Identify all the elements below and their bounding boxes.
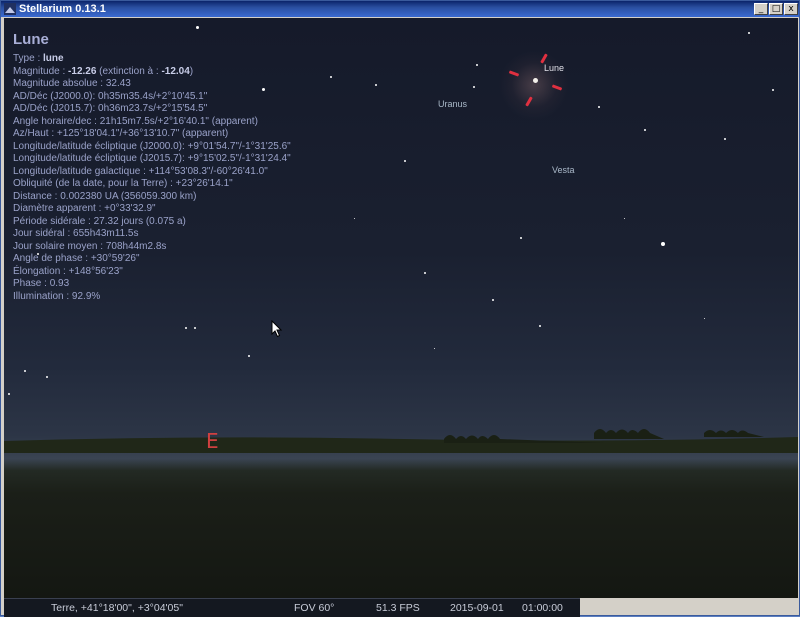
star[interactable]: [375, 84, 377, 86]
star[interactable]: [194, 327, 196, 329]
info-line: Période sidérale : 27.32 jours (0.075 a): [13, 215, 186, 227]
star[interactable]: [424, 272, 426, 274]
star[interactable]: [724, 138, 726, 140]
info-line: Diamètre apparent : +0°33'32.9": [13, 203, 156, 214]
maximize-button[interactable]: □: [769, 3, 783, 15]
star[interactable]: [24, 370, 26, 372]
info-line: Longitude/latitude écliptique (J2000.0):…: [13, 140, 291, 152]
info-line: Jour solaire moyen : 708h44m2.8s: [13, 240, 167, 252]
info-line: Longitude/latitude écliptique (J2015.7):…: [13, 153, 291, 164]
cardinal-east: E: [206, 429, 219, 453]
star[interactable]: [704, 318, 705, 319]
star[interactable]: [185, 327, 187, 329]
star[interactable]: [624, 218, 625, 219]
info-line: Longitude/latitude galactique : +114°53'…: [13, 165, 268, 177]
star[interactable]: [476, 64, 478, 66]
star[interactable]: [539, 325, 541, 327]
horizon-landscape: [4, 429, 798, 453]
star[interactable]: [404, 160, 406, 162]
object-info-panel: Lune Type : lune Magnitude : -12.26 (ext…: [13, 30, 291, 303]
star[interactable]: [196, 26, 199, 29]
status-bar: Terre, +41°18'00", +3°04'05" FOV 60° 51.…: [4, 598, 580, 617]
mouse-cursor-icon: [271, 320, 283, 338]
info-line: Illumination : 92.9%: [13, 290, 101, 302]
info-line: Magnitude absolue : 32.43: [13, 78, 131, 89]
star[interactable]: [748, 32, 750, 34]
location-readout[interactable]: Terre, +41°18'00", +3°04'05": [51, 602, 183, 614]
moon[interactable]: [533, 78, 538, 83]
star[interactable]: [661, 242, 665, 246]
info-line: AD/Déc (J2000.0): 0h35m35.4s/+2°10'45.1": [13, 90, 208, 102]
info-line: AD/Déc (J2015.7): 0h36m23.7s/+2°15'54.5": [13, 103, 208, 114]
moon-label: Lune: [544, 63, 565, 73]
minimize-button[interactable]: _: [754, 3, 768, 15]
fps-readout: 51.3 FPS: [376, 602, 420, 614]
window-title: Stellarium 0.13.1: [19, 3, 106, 15]
star[interactable]: [354, 218, 355, 219]
close-button[interactable]: x: [784, 3, 798, 15]
info-line: Distance : 0.002380 UA (356059.300 km): [13, 190, 197, 202]
star[interactable]: [46, 376, 48, 378]
uranus-label: Uranus: [438, 99, 468, 109]
star[interactable]: [520, 237, 522, 239]
object-name: Lune: [13, 31, 49, 48]
fov-readout: FOV 60°: [294, 602, 335, 614]
info-line: Phase : 0.93: [13, 278, 70, 289]
info-line: Élongation : +148°56'23": [13, 265, 123, 277]
sky-view[interactable]: Lune Uranus Vesta E Lune Type : lune Mag…: [4, 18, 798, 598]
star[interactable]: [772, 89, 774, 91]
time-readout[interactable]: 01:00:00: [522, 602, 563, 614]
stellarium-window: Stellarium 0.13.1 _ □ x Lune Uranus Vest…: [0, 0, 800, 617]
app-icon: [4, 3, 16, 15]
info-type: Type : lune: [13, 53, 64, 64]
info-line: Jour sidéral : 655h43m11.5s: [13, 228, 139, 239]
title-bar[interactable]: Stellarium 0.13.1 _ □ x: [1, 1, 799, 17]
star[interactable]: [492, 299, 494, 301]
star[interactable]: [644, 129, 646, 131]
star[interactable]: [473, 86, 475, 88]
info-line: Az/Haut : +125°18'04.1"/+36°13'10.7" (ap…: [13, 128, 229, 139]
info-line: Obliquité (de la date, pour la Terre) : …: [13, 178, 233, 189]
star[interactable]: [434, 348, 435, 349]
date-readout[interactable]: 2015-09-01: [450, 602, 504, 614]
star[interactable]: [8, 393, 10, 395]
moon-glow: [499, 50, 569, 120]
info-line: Angle de phase : +30°59'26": [13, 253, 140, 264]
star[interactable]: [330, 76, 332, 78]
info-line: Angle horaire/dec : 21h15m7.5s/+2°16'40.…: [13, 115, 258, 127]
vesta-label: Vesta: [552, 165, 575, 175]
star[interactable]: [598, 106, 600, 108]
star[interactable]: [248, 355, 250, 357]
info-magnitude: Magnitude : -12.26 (extinction à : -12.0…: [13, 65, 194, 77]
